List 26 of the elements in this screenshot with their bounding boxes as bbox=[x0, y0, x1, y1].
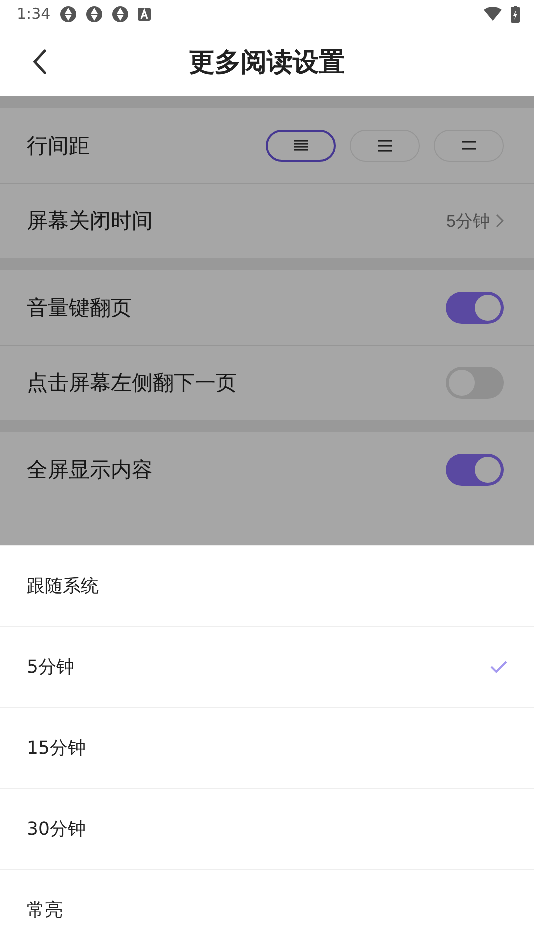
line-spacing-option[interactable] bbox=[266, 130, 336, 162]
notification-icon bbox=[112, 6, 129, 22]
notification-icon bbox=[86, 6, 103, 22]
timeout-option[interactable]: 30分钟 bbox=[0, 788, 534, 869]
timeout-option[interactable]: 跟随系统 bbox=[0, 545, 534, 626]
battery-icon bbox=[511, 6, 520, 22]
setting-label: 屏幕关闭时间 bbox=[27, 208, 154, 235]
status-time: 1:34 bbox=[17, 5, 51, 23]
line-spacing-icon bbox=[294, 140, 308, 151]
timeout-option[interactable]: 常亮 bbox=[0, 869, 534, 950]
setting-label: 全屏显示内容 bbox=[27, 456, 154, 484]
setting-label: 行间距 bbox=[27, 132, 91, 160]
notification-icon bbox=[60, 6, 77, 22]
timeout-option[interactable]: 15分钟 bbox=[0, 707, 534, 788]
setting-label: 音量键翻页 bbox=[27, 294, 133, 322]
line-spacing-icon bbox=[378, 140, 392, 152]
toggle-switch[interactable] bbox=[446, 292, 504, 324]
line-spacing-icon bbox=[462, 141, 476, 150]
setting-label: 点击屏幕左侧翻下一页 bbox=[27, 370, 238, 397]
timeout-option[interactable]: 5分钟 bbox=[0, 626, 534, 707]
wifi-icon bbox=[484, 7, 502, 21]
toggle-switch[interactable] bbox=[446, 454, 504, 486]
a-icon bbox=[138, 8, 151, 20]
chevron-icon bbox=[496, 214, 504, 228]
page-title: 更多阅读设置 bbox=[189, 46, 345, 80]
back-icon bbox=[33, 49, 47, 75]
